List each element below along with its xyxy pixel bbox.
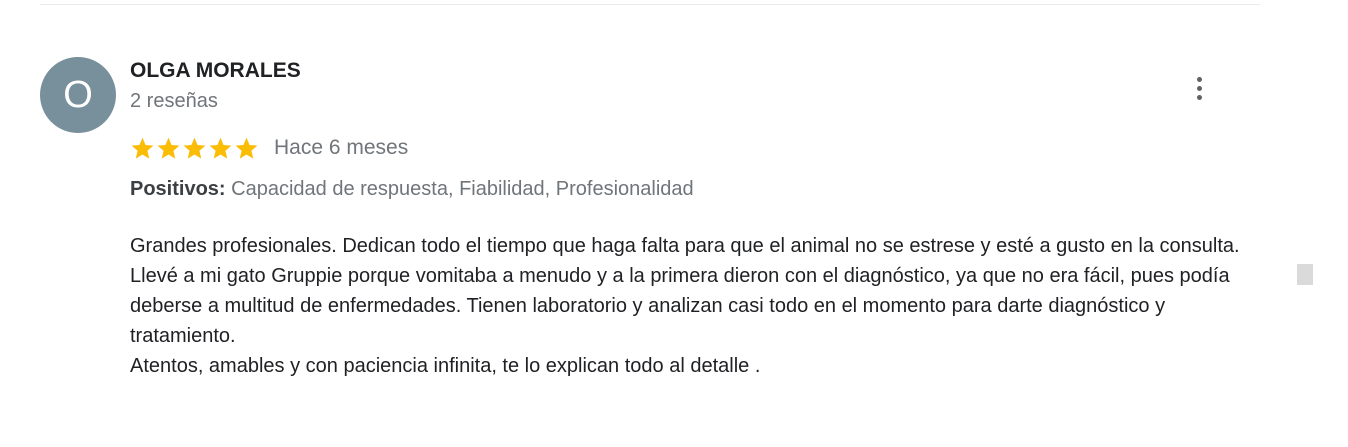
star-icon [183, 137, 206, 159]
highlights-values: Capacidad de respuesta, Fiabilidad, Prof… [231, 178, 694, 200]
star-icon [131, 137, 154, 159]
menu-dot [1196, 85, 1202, 91]
more-vert-icon[interactable] [1186, 72, 1212, 104]
star-icon [235, 137, 258, 159]
avatar[interactable]: O [40, 57, 116, 133]
star-rating [130, 136, 259, 161]
avatar-letter: O [63, 74, 93, 116]
rating-row: Hace 6 meses [130, 133, 408, 163]
reviewer-name[interactable]: OLGA MORALES [130, 59, 301, 83]
review-text: Grandes profesionales. Dedican todo el t… [130, 235, 1240, 377]
review-highlights: Positivos: Capacidad de respuesta, Fiabi… [130, 178, 694, 201]
star-icon [157, 137, 180, 159]
menu-dot [1196, 76, 1202, 82]
scrollbar-thumb[interactable] [1297, 264, 1313, 285]
highlights-label: Positivos: [130, 178, 226, 200]
review-time: Hace 6 meses [274, 136, 409, 159]
top-divider [40, 4, 1260, 5]
star-icon [209, 137, 232, 159]
menu-dot [1196, 94, 1202, 100]
review-count: 2 reseñas [130, 90, 218, 112]
